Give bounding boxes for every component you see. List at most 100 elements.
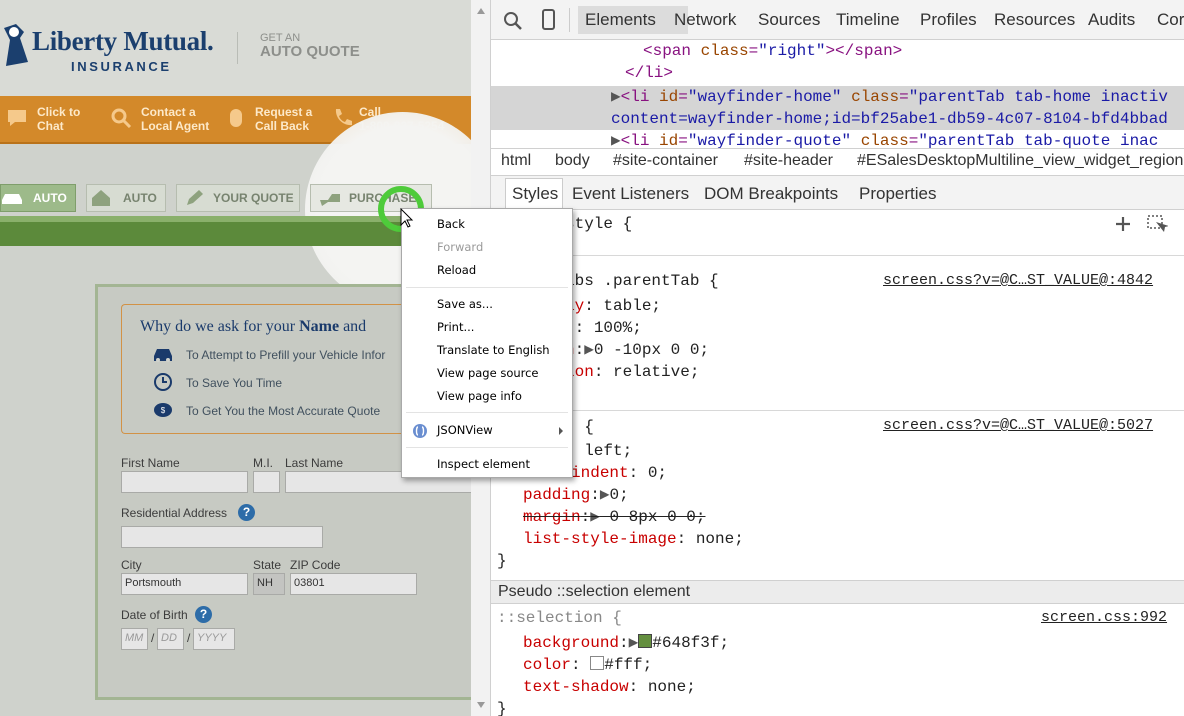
breadcrumb-site-container[interactable]: #site-container [613, 152, 718, 170]
color-swatch-icon[interactable] [590, 656, 605, 670]
tab-audits[interactable]: Audits [1088, 10, 1135, 30]
chat-bubble-icon [8, 110, 26, 126]
zip-label: ZIP Code [290, 558, 341, 572]
rule-selector-selection[interactable]: ::selection { [497, 607, 622, 629]
dom-tree: <span class="right"></span> </li> ▶<li i… [491, 40, 1184, 148]
pencil-icon [187, 190, 203, 205]
first-name-field[interactable] [121, 471, 248, 493]
dom-node-li-home[interactable]: ▶<li id="wayfinder-home" class="parentTa… [611, 86, 1168, 108]
breadcrumb-widget-region[interactable]: #ESalesDesktopMultiline_view_widget_regi… [857, 152, 1183, 170]
tab-styles[interactable]: Styles [512, 184, 558, 204]
menu-item-translate[interactable]: Translate to English [437, 343, 550, 357]
css-decl-color[interactable]: color: #fff; [523, 654, 652, 676]
menu-item-save-as[interactable]: Save as... [437, 297, 493, 311]
styles-pane: style { abs .parentTab { screen.css?v=@C… [491, 210, 1184, 716]
cta-line2: Call Back [255, 119, 310, 133]
cta-line1: Click to [37, 105, 81, 119]
dob-month-field[interactable]: MM [121, 628, 148, 650]
tab-profiles[interactable]: Profiles [920, 10, 977, 30]
contact-agent-link[interactable]: Contact a Local Agent [141, 105, 209, 133]
pseudo-element-header: Pseudo ::selection element [491, 580, 1184, 604]
scroll-down-arrow-icon[interactable] [477, 702, 485, 708]
css-decl-list-style-image[interactable]: list-style-image: none; [523, 528, 744, 550]
rule-separator [491, 255, 1184, 256]
device-mode-icon[interactable] [541, 9, 557, 31]
dob-help-icon[interactable]: ? [195, 606, 212, 623]
liberty-statue-icon [4, 24, 28, 66]
dob-separator: / [187, 631, 191, 645]
menu-item-print[interactable]: Print... [437, 320, 474, 334]
menu-item-back[interactable]: Back [437, 217, 465, 231]
first-name-label: First Name [121, 456, 180, 470]
rule-source-link[interactable]: screen.css?v=@C…ST_VALUE@:4842 [883, 272, 1153, 289]
breadcrumb-site-header[interactable]: #site-header [744, 152, 833, 170]
dom-node-li-home-content: content=wayfinder-home;id=bf25abe1-db59-… [611, 110, 1168, 128]
menu-item-forward[interactable]: Forward [437, 240, 483, 254]
address-help-icon[interactable]: ? [238, 504, 255, 521]
tab-dom-breakpoints[interactable]: DOM Breakpoints [704, 184, 838, 204]
dob-day-field[interactable]: DD [157, 628, 184, 650]
zip-field[interactable]: 03801 [290, 573, 417, 595]
breadcrumb: html body #site-container #site-header #… [491, 148, 1184, 176]
dom-node-span[interactable]: <span class="right"></span> [643, 40, 902, 62]
dom-node-li-close[interactable]: </li> [625, 62, 673, 84]
devtools-toolbar: Elements Network Sources Timeline Profil… [491, 0, 1184, 40]
dob-year-field[interactable]: YYYY [193, 628, 235, 650]
tab-event-listeners[interactable]: Event Listeners [572, 184, 689, 204]
add-rule-icon[interactable] [1115, 216, 1131, 232]
logo-text[interactable]: Liberty Mutual. [32, 26, 214, 57]
city-field[interactable]: Portsmouth [121, 573, 248, 595]
last-name-label: Last Name [285, 456, 344, 470]
menu-item-jsonview[interactable]: JSONView [437, 423, 493, 437]
tab-timeline[interactable]: Timeline [836, 10, 900, 30]
scroll-up-arrow-icon[interactable] [477, 8, 485, 14]
tab-properties[interactable]: Properties [859, 184, 936, 204]
css-decl-display[interactable]: ay: table; [565, 295, 661, 317]
why-title-suffix: and [339, 318, 367, 335]
menu-item-reload[interactable]: Reload [437, 263, 476, 277]
menu-item-view-page-info[interactable]: View page info [437, 389, 522, 403]
css-decl-position[interactable]: ion: relative; [565, 361, 699, 383]
tab-console[interactable]: Cor [1157, 10, 1184, 30]
css-decl-text-shadow[interactable]: text-shadow: none; [523, 676, 696, 698]
breadcrumb-html[interactable]: html [501, 152, 531, 170]
house-icon [92, 190, 110, 206]
menu-item-view-source[interactable]: View page source [437, 366, 539, 380]
address-field[interactable] [121, 526, 323, 548]
mi-label: M.I. [253, 456, 273, 470]
pseudo-header-text: Pseudo ::selection element [498, 583, 691, 600]
menu-item-inspect-element[interactable]: Inspect element [437, 457, 530, 471]
tab-sources[interactable]: Sources [758, 10, 820, 30]
why-reason-accurate: To Get You the Most Accurate Quote [186, 404, 381, 418]
piggy-bank-icon: $ [154, 403, 172, 417]
breadcrumb-body[interactable]: body [555, 152, 590, 170]
rule-source-link[interactable]: screen.css:992 [1041, 609, 1167, 626]
css-decl-margin[interactable]: n:▶0 -10px 0 0; [565, 339, 709, 361]
tab-label: AUTO [123, 191, 157, 205]
tab-label: YOUR QUOTE [213, 191, 294, 205]
car-icon [2, 194, 22, 204]
click-to-chat-link[interactable]: Click to Chat [37, 105, 80, 133]
rule-selector-parenttab[interactable]: abs .parentTab { [565, 270, 719, 292]
css-decl-padding[interactable]: padding:▶0; [523, 484, 629, 506]
tab-resources[interactable]: Resources [994, 10, 1075, 30]
css-decl-float[interactable]: : left; [565, 440, 632, 462]
search-icon[interactable] [503, 11, 523, 31]
css-decl-width[interactable]: t: 100%; [565, 317, 642, 339]
dom-node-li-quote[interactable]: ▶<li id="wayfinder-quote" class="parentT… [611, 130, 1158, 148]
state-field[interactable]: NH [253, 573, 285, 595]
rule-source-link[interactable]: screen.css?v=@C…ST_VALUE@:5027 [883, 417, 1153, 434]
css-decl-margin-overridden[interactable]: margin:▶ 0 8px 0 0; [523, 506, 705, 528]
cta-line1: Request a [255, 105, 313, 119]
tab-network[interactable]: Network [674, 10, 736, 30]
magnifier-icon [111, 108, 132, 129]
css-decl-background[interactable]: background:▶ #648f3f; [523, 632, 729, 654]
tab-elements[interactable]: Elements [585, 10, 656, 30]
request-callback-link[interactable]: Request a Call Back [255, 105, 312, 133]
toggle-element-state-icon[interactable] [1146, 214, 1168, 234]
element-style-rule[interactable]: style { [565, 213, 632, 235]
mi-field[interactable] [253, 471, 280, 493]
color-swatch-icon[interactable] [638, 634, 653, 648]
cta-line2: Local Agent [141, 119, 210, 133]
money-hand-icon [320, 194, 340, 206]
